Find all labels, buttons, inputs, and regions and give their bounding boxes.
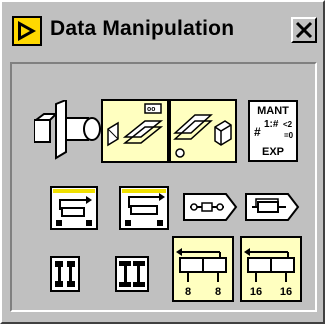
logical-shift-icon: [183, 193, 238, 221]
swap-bytes-tool[interactable]: [50, 256, 80, 292]
rotate-tool[interactable]: [244, 192, 300, 222]
flatten-to-string-tool[interactable]: [34, 100, 102, 162]
subpalette-arrow-icon: [12, 16, 42, 46]
svg-text:EXP: EXP: [262, 146, 284, 158]
title-bar[interactable]: Data Manipulation: [10, 14, 317, 48]
join-numbers-tool[interactable]: 16 16: [240, 236, 302, 302]
close-x-icon: [295, 21, 313, 39]
rotate-left-with-carry-tool[interactable]: [50, 186, 98, 230]
unflatten-icon: oo: [107, 103, 164, 147]
swap-words-tool[interactable]: [115, 256, 149, 292]
rotate-right-with-carry-tool[interactable]: [119, 184, 169, 230]
svg-text:#: #: [254, 125, 261, 139]
type-cast-tool[interactable]: [169, 99, 237, 163]
swap-words-icon: [115, 256, 149, 292]
flatten-icon: [34, 100, 101, 160]
mantissa-exponent-icon: MANT # 1:# <2 =0 EXP: [254, 105, 294, 158]
logical-shift-tool[interactable]: [182, 192, 238, 222]
rotate-icon: [245, 193, 300, 221]
type-cast-icon: [173, 114, 232, 158]
rotate-carry-icon: [119, 186, 169, 230]
svg-text:=0: =0: [284, 131, 294, 140]
svg-text:MANT: MANT: [257, 105, 289, 117]
svg-text:16: 16: [280, 286, 292, 298]
window-title: Data Manipulation: [50, 17, 235, 40]
rotate-carry-icon: [50, 186, 98, 230]
swap-bytes-icon: [50, 256, 80, 292]
svg-text:8: 8: [185, 286, 191, 298]
close-button[interactable]: [291, 17, 317, 43]
svg-text:1:#: 1:#: [264, 119, 279, 130]
svg-text:oo: oo: [147, 106, 155, 114]
svg-text:<2: <2: [283, 120, 293, 129]
split-number-icon: 8 8: [174, 238, 232, 300]
svg-text:8: 8: [215, 286, 221, 298]
mantissa-exponent-tool[interactable]: MANT # 1:# <2 =0 EXP: [248, 100, 298, 162]
unflatten-from-string-tool[interactable]: oo: [101, 99, 169, 163]
data-manipulation-palette: Data Manipulation oo MANT # 1:# <2 =0 EX…: [0, 0, 325, 324]
svg-text:16: 16: [250, 286, 262, 298]
join-numbers-icon: 16 16: [242, 238, 300, 300]
tools-panel: oo MANT # 1:# <2 =0 EXP 8 8 16 16: [10, 62, 317, 312]
split-number-tool[interactable]: 8 8: [172, 236, 234, 302]
